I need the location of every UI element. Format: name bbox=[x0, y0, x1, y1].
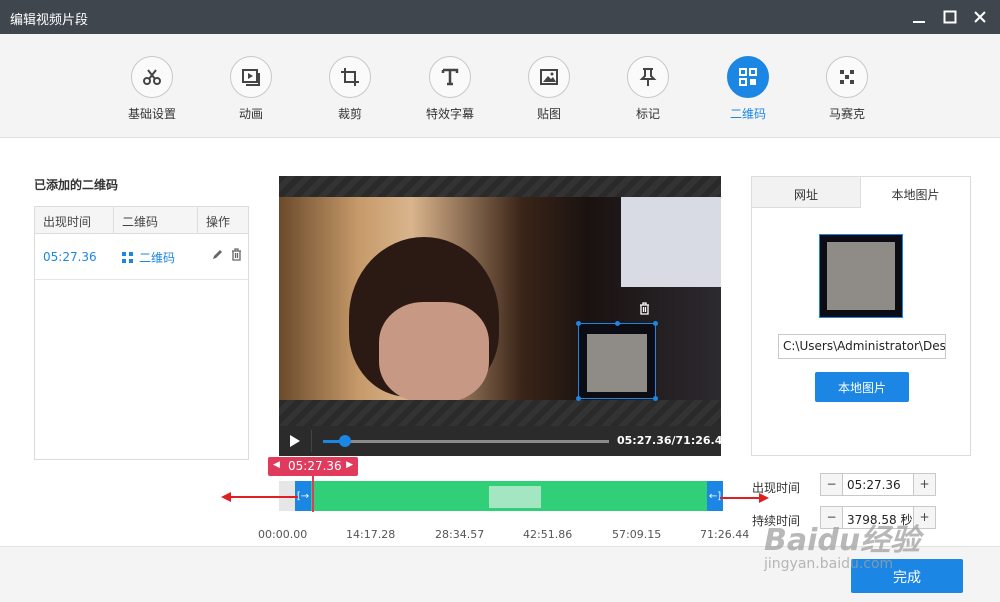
column-header: 出现时间 bbox=[43, 215, 92, 229]
row-qrcode[interactable]: 二维码 bbox=[122, 249, 175, 266]
tool-effect-subtitle[interactable]: 特效字幕 bbox=[405, 56, 495, 122]
video-player: 05:27.36/71:26.44 bbox=[279, 176, 721, 456]
timeline-tick: 71:26.44 bbox=[700, 528, 750, 541]
minimize-icon[interactable] bbox=[909, 7, 929, 27]
timeline-tick: 14:17.28 bbox=[346, 528, 396, 541]
letterbox-bottom bbox=[279, 400, 721, 426]
added-qrcode-title: 已添加的二维码 bbox=[34, 178, 119, 192]
tool-label: 标记 bbox=[635, 107, 660, 121]
play-frame-icon bbox=[230, 56, 272, 98]
tool-toolbar: 基础设置 动画 裁剪 特效字幕 贴图 标记 二维码 马赛克 bbox=[0, 34, 1000, 138]
qrcode-image bbox=[587, 334, 647, 392]
qrcode-table: 出现时间 二维码 操作 05:27.36 二维码 bbox=[34, 206, 249, 460]
resize-handle[interactable] bbox=[653, 321, 658, 326]
resize-handle[interactable] bbox=[615, 321, 620, 326]
qrcode-icon bbox=[122, 252, 133, 263]
tool-label: 贴图 bbox=[536, 107, 561, 121]
qrcode-source-panel: 网址 本地图片 C:\Users\Administrator\Desk 本地图片 bbox=[751, 176, 971, 456]
appear-time-stepper[interactable]: − 05:27.36 + bbox=[820, 473, 936, 496]
tool-animation[interactable]: 动画 bbox=[206, 56, 296, 122]
image-icon bbox=[528, 56, 570, 98]
appear-time-label: 出现时间 bbox=[752, 481, 801, 495]
watermark-url: jingyan.baidu.com bbox=[764, 556, 894, 572]
annotation-arrow-left bbox=[221, 492, 298, 502]
baidu-watermark: Baidu经验 jingyan.baidu.com bbox=[764, 515, 921, 572]
marker-time: 05:27.36 bbox=[288, 459, 342, 473]
increment-button[interactable]: + bbox=[913, 474, 935, 495]
resize-handle[interactable] bbox=[576, 321, 581, 326]
delete-icon[interactable] bbox=[230, 248, 243, 261]
scissors-icon bbox=[131, 56, 173, 98]
progress-knob[interactable] bbox=[338, 435, 351, 447]
qrcode-icon bbox=[727, 56, 769, 98]
pin-icon bbox=[627, 56, 669, 98]
window-title: 编辑视频片段 bbox=[10, 13, 89, 28]
tab-url[interactable]: 网址 bbox=[752, 177, 861, 208]
source-tabs: 网址 本地图片 bbox=[752, 177, 970, 208]
tool-label: 动画 bbox=[238, 107, 263, 121]
letterbox-top bbox=[279, 176, 721, 197]
tool-crop[interactable]: 裁剪 bbox=[305, 56, 395, 122]
crop-icon bbox=[329, 56, 371, 98]
playhead-line bbox=[312, 476, 314, 512]
resize-handle[interactable] bbox=[653, 396, 658, 401]
tool-label: 特效字幕 bbox=[425, 107, 474, 121]
row-actions bbox=[211, 248, 243, 261]
row-qrcode-label: 二维码 bbox=[139, 251, 176, 265]
marker-left-arrow-icon[interactable]: ◀ bbox=[273, 460, 280, 470]
tool-label: 马赛克 bbox=[828, 107, 865, 121]
column-header: 二维码 bbox=[122, 215, 159, 229]
row-time: 05:27.36 bbox=[43, 250, 97, 264]
close-icon[interactable] bbox=[970, 7, 990, 27]
column-header: 操作 bbox=[206, 215, 231, 229]
tool-label: 基础设置 bbox=[127, 107, 176, 121]
image-path-field[interactable]: C:\Users\Administrator\Desk bbox=[778, 334, 946, 359]
tool-label: 二维码 bbox=[729, 107, 766, 121]
tool-basic-settings[interactable]: 基础设置 bbox=[107, 56, 197, 122]
table-header: 出现时间 二维码 操作 bbox=[35, 207, 248, 234]
decrement-button[interactable]: − bbox=[821, 474, 843, 495]
maximize-icon[interactable] bbox=[940, 7, 960, 27]
table-row[interactable]: 05:27.36 二维码 bbox=[35, 234, 248, 280]
play-icon[interactable] bbox=[289, 434, 301, 451]
tab-local-image[interactable]: 本地图片 bbox=[861, 177, 970, 208]
player-timecode: 05:27.36/71:26.44 bbox=[617, 434, 721, 447]
qrcode-overlay[interactable] bbox=[576, 321, 658, 401]
tool-mosaic[interactable]: 马赛克 bbox=[802, 56, 892, 122]
preview-image bbox=[827, 242, 895, 310]
trash-icon[interactable] bbox=[638, 302, 651, 318]
timeline-tick: 00:00.00 bbox=[258, 528, 308, 541]
local-image-button[interactable]: 本地图片 bbox=[815, 372, 909, 402]
timeline-segment[interactable] bbox=[295, 481, 723, 511]
tool-label: 裁剪 bbox=[337, 107, 362, 121]
resize-handle[interactable] bbox=[576, 396, 581, 401]
watermark-brand: Baidu经验 bbox=[764, 523, 921, 558]
segment-thumbnail bbox=[489, 486, 541, 508]
qrcode-preview bbox=[819, 234, 903, 318]
mosaic-icon bbox=[826, 56, 868, 98]
tool-qrcode[interactable]: 二维码 bbox=[703, 56, 793, 122]
tool-mark[interactable]: 标记 bbox=[603, 56, 693, 122]
marker-right-arrow-icon[interactable]: ▶ bbox=[346, 460, 353, 470]
text-icon bbox=[429, 56, 471, 98]
timeline-tick: 28:34.57 bbox=[435, 528, 485, 541]
appear-time-value[interactable]: 05:27.36 bbox=[847, 478, 901, 492]
timeline-tick: 57:09.15 bbox=[612, 528, 662, 541]
playhead-marker[interactable]: ◀ 05:27.36 ▶ bbox=[268, 457, 358, 476]
tool-sticker[interactable]: 贴图 bbox=[504, 56, 594, 122]
title-bar: 编辑视频片段 bbox=[0, 0, 1000, 34]
edit-icon[interactable] bbox=[211, 248, 224, 261]
timeline-tick: 42:51.86 bbox=[523, 528, 573, 541]
progress-bar[interactable] bbox=[323, 435, 609, 447]
player-controls: 05:27.36/71:26.44 bbox=[279, 426, 721, 456]
